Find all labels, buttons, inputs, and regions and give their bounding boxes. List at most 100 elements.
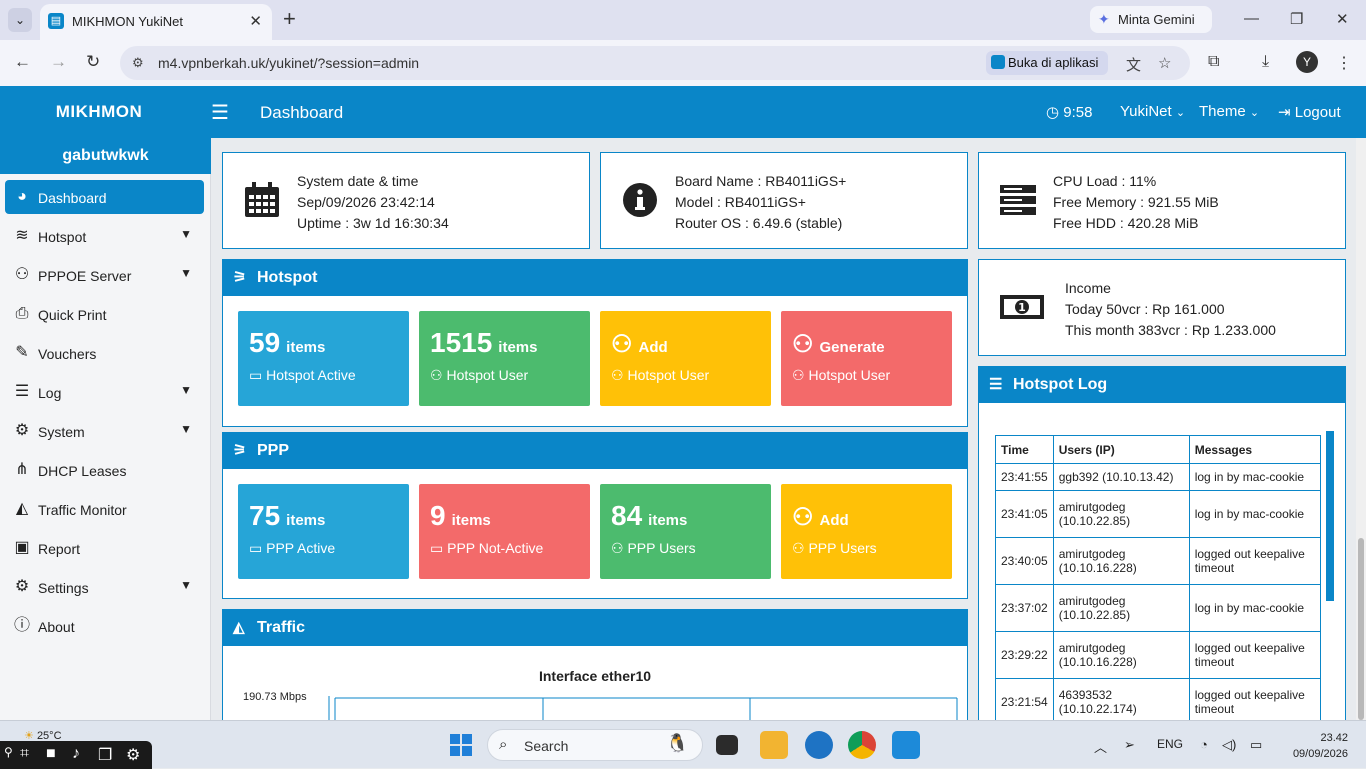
sidebar-item-log[interactable]: ☰ Log ▼ bbox=[5, 375, 204, 409]
column-header-users: Users (IP) bbox=[1052, 435, 1190, 464]
dashboard-icon: ◕ bbox=[17, 188, 27, 205]
close-window-icon[interactable]: ✕ bbox=[1336, 10, 1349, 28]
users-icon: ⚇ bbox=[430, 367, 447, 383]
users-icon: ⚇ bbox=[611, 367, 628, 383]
pin-icon[interactable]: ⚲ bbox=[4, 745, 13, 759]
caret-down-icon: ▼ bbox=[180, 266, 192, 280]
minimize-icon[interactable]: — bbox=[1244, 10, 1259, 27]
ppp-tile-add[interactable]: ⚇ Add ⚇ PPP Users bbox=[781, 484, 952, 579]
sidebar-item-traffic-monitor[interactable]: ◭ Traffic Monitor bbox=[5, 492, 204, 526]
log-scrollbar-thumb[interactable] bbox=[1326, 431, 1334, 601]
tray-overflow-icon[interactable]: ︿ bbox=[1094, 737, 1107, 756]
open-in-app-button[interactable]: Buka di aplikasi bbox=[986, 51, 1109, 75]
browser-tab[interactable]: ▤ MIKHMON YukiNet ✕ bbox=[40, 4, 272, 40]
sidebar-item-label: System bbox=[38, 424, 85, 440]
system-date-label: System date & time bbox=[297, 173, 419, 189]
vscode-icon[interactable] bbox=[892, 731, 920, 759]
sidebar-item-settings[interactable]: ⚙ Settings ▼ bbox=[5, 570, 204, 604]
forward-arrow-icon[interactable]: → bbox=[50, 52, 67, 72]
tile-value: ⚇ Generate bbox=[792, 327, 885, 359]
tile-caption: ⚇ Hotspot User bbox=[611, 367, 709, 384]
taskbar-search[interactable]: ⌕ Search 🐧 bbox=[487, 729, 703, 761]
chrome-icon[interactable] bbox=[848, 731, 876, 759]
tab-search-dropdown-icon[interactable]: ⌄ bbox=[8, 8, 32, 32]
ppp-tile-stat[interactable]: 9 items ▭ PPP Not-Active bbox=[419, 484, 590, 579]
add-user-icon: ⚇ bbox=[792, 331, 814, 358]
sidebar-item-pppoe-server[interactable]: ⚇ PPPOE Server ▼ bbox=[5, 258, 204, 292]
sidebar-item-quick-print[interactable]: ⎙ Quick Print bbox=[5, 297, 204, 331]
sidebar-item-vouchers[interactable]: ✎ Vouchers bbox=[5, 336, 204, 370]
traffic-panel: ◭ Traffic Interface ether10 190.73 Mbps bbox=[222, 609, 968, 721]
column-header-messages: Messages bbox=[1188, 435, 1322, 464]
translate-icon[interactable]: 文 bbox=[1126, 54, 1141, 75]
language-indicator[interactable]: ENG bbox=[1157, 737, 1183, 751]
video-icon[interactable]: ■ bbox=[46, 745, 56, 763]
camera-icon[interactable]: ⌗ bbox=[20, 745, 29, 763]
window-icon[interactable]: ❐ bbox=[98, 745, 112, 765]
url-text[interactable]: m4.vpnberkah.uk/yukinet/?session=admin bbox=[158, 55, 419, 71]
settings-gear-icon[interactable]: ⚙ bbox=[126, 745, 140, 765]
search-icon: ⌕ bbox=[499, 736, 508, 753]
hotspot-tile-stat[interactable]: 1515 items ⚇ Hotspot User bbox=[419, 311, 590, 406]
maximize-icon[interactable]: ❐ bbox=[1290, 10, 1303, 28]
browser-tab-bar: ⌄ ▤ MIKHMON YukiNet ✕ + ✦ Minta Gemini —… bbox=[0, 0, 1366, 40]
brand-logo[interactable]: MIKHMON bbox=[0, 86, 198, 138]
tile-unit: items bbox=[648, 512, 688, 529]
bookmark-star-icon[interactable]: ☆ bbox=[1158, 54, 1171, 72]
svg-text:1: 1 bbox=[1018, 301, 1026, 314]
wifi-tray-icon[interactable]: ◔ bbox=[1200, 737, 1208, 752]
sidebar-item-dashboard[interactable]: ◕ Dashboard bbox=[5, 180, 204, 214]
file-explorer-icon[interactable] bbox=[760, 731, 788, 759]
hotspot-tile-stat[interactable]: 59 items ▭ Hotspot Active bbox=[238, 311, 409, 406]
page-scrollbar-thumb[interactable] bbox=[1358, 538, 1364, 720]
sidebar-item-about[interactable]: ⓘ About bbox=[5, 609, 204, 643]
gemini-button[interactable]: ✦ Minta Gemini bbox=[1090, 6, 1212, 33]
log-message: log in by mac-cookie bbox=[1188, 463, 1322, 491]
sidebar-item-system[interactable]: ⚙ System ▼ bbox=[5, 414, 204, 448]
tile-unit: items bbox=[498, 339, 538, 356]
hotspot-tile-generate[interactable]: ⚇ Generate ⚇ Hotspot User bbox=[781, 311, 952, 406]
taskbar-clock[interactable]: 23.42 09/09/2026 bbox=[1293, 730, 1348, 762]
free-memory: Free Memory : 921.55 MiB bbox=[1053, 194, 1219, 210]
theme-dropdown[interactable]: Theme ⌄ bbox=[1199, 103, 1259, 120]
hamburger-menu-icon[interactable]: ☰ bbox=[211, 100, 229, 125]
new-tab-button[interactable]: + bbox=[283, 8, 296, 30]
extensions-icon[interactable]: ⧉ bbox=[1208, 53, 1219, 71]
microphone-icon[interactable]: ♪ bbox=[72, 745, 80, 763]
sidebar-item-hotspot[interactable]: ≋ Hotspot ▼ bbox=[5, 219, 204, 253]
task-view-icon[interactable] bbox=[716, 735, 738, 755]
profile-avatar[interactable]: Y bbox=[1296, 51, 1318, 73]
tile-caption: ⚇ Hotspot User bbox=[792, 367, 890, 384]
ppp-tile-stat[interactable]: 84 items ⚇ PPP Users bbox=[600, 484, 771, 579]
browser-menu-icon[interactable]: ⋮ bbox=[1336, 53, 1352, 73]
reload-icon[interactable]: ↻ bbox=[86, 52, 100, 72]
traffic-y-tick: 190.73 Mbps bbox=[243, 691, 307, 703]
close-tab-icon[interactable]: ✕ bbox=[249, 12, 262, 30]
battery-icon[interactable]: ▭ bbox=[1250, 737, 1262, 753]
tile-unit: Generate bbox=[819, 339, 885, 356]
page-scrollbar[interactable] bbox=[1356, 138, 1366, 720]
caret-down-icon: ▼ bbox=[180, 227, 192, 241]
page-title: Dashboard bbox=[260, 103, 344, 122]
hotspot-panel-title: Hotspot bbox=[257, 269, 318, 286]
board-model: Model : RB4011iGS+ bbox=[675, 194, 806, 210]
hotspot-tile-add[interactable]: ⚇ Add ⚇ Hotspot User bbox=[600, 311, 771, 406]
ppp-tile-stat[interactable]: 75 items ▭ PPP Active bbox=[238, 484, 409, 579]
address-bar[interactable]: ⚙ m4.vpnberkah.uk/yukinet/?session=admin… bbox=[120, 46, 1190, 80]
location-icon[interactable]: ➢ bbox=[1124, 737, 1135, 753]
tile-value: 9 items bbox=[430, 500, 491, 532]
windows-start-icon[interactable] bbox=[449, 733, 473, 757]
download-icon[interactable]: ⤓ bbox=[1262, 53, 1269, 71]
chevron-down-icon: ⌄ bbox=[1249, 107, 1260, 119]
sidebar-item-dhcp-leases[interactable]: ⋔ DHCP Leases bbox=[5, 453, 204, 487]
logout-link[interactable]: ⇥ Logout bbox=[1278, 103, 1341, 121]
site-dropdown[interactable]: YukiNet ⌄ bbox=[1120, 103, 1185, 120]
back-arrow-icon[interactable]: ← bbox=[14, 52, 31, 72]
log-scrollbar[interactable] bbox=[1325, 431, 1335, 731]
gear-icon: ⚙ bbox=[14, 578, 30, 595]
site-info-icon[interactable]: ⚙ bbox=[132, 55, 144, 71]
sidebar-item-report[interactable]: ▣ Report bbox=[5, 531, 204, 565]
volume-icon[interactable]: ◁) bbox=[1222, 737, 1236, 753]
tile-caption: ▭ PPP Not-Active bbox=[430, 540, 543, 557]
remote-desktop-icon[interactable] bbox=[805, 731, 833, 759]
